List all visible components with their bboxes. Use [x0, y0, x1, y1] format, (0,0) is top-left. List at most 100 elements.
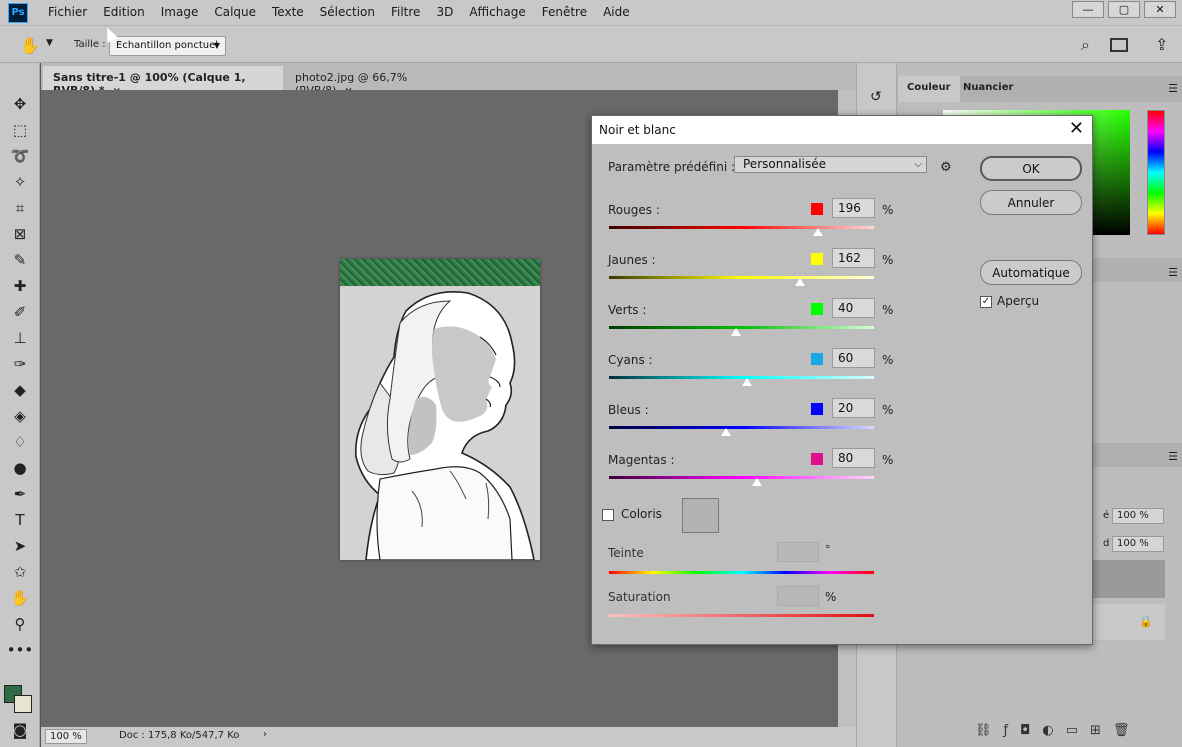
menu-calque[interactable]: Calque — [206, 0, 264, 25]
tint-color-swatch[interactable] — [682, 498, 719, 533]
channel-unit: % — [882, 303, 894, 317]
link-icon[interactable]: ⛓ — [975, 723, 992, 747]
menu-fichier[interactable]: Fichier — [40, 0, 95, 25]
zoom-field[interactable]: 100 % — [45, 729, 87, 744]
cancel-button[interactable]: Annuler — [980, 190, 1082, 215]
tab-nuancier[interactable]: Nuancier — [954, 76, 1022, 102]
lasso-tool-icon[interactable]: ➰ — [9, 145, 31, 167]
preview-checkbox[interactable]: ✓ — [980, 296, 992, 308]
saturation-slider[interactable] — [609, 614, 874, 617]
dialog-titlebar[interactable]: Noir et blanc ✕ — [592, 116, 1092, 144]
fx-icon[interactable]: ƒ — [1004, 723, 1009, 747]
document-image[interactable] — [340, 259, 540, 560]
slider-thumb-icon[interactable] — [731, 328, 742, 336]
slider-thumb-icon[interactable] — [752, 478, 763, 486]
healing-brush-icon[interactable]: ✚ — [9, 275, 31, 297]
chevron-down-icon[interactable]: ▼ — [46, 38, 53, 48]
menu-filtre[interactable]: Filtre — [383, 0, 428, 25]
mask-icon[interactable]: ◘ — [1020, 723, 1030, 747]
move-tool-icon[interactable]: ✥ — [9, 93, 31, 115]
channel-slider[interactable] — [609, 476, 874, 479]
channel-slider[interactable] — [609, 426, 874, 429]
minimize-button[interactable]: — — [1072, 1, 1104, 18]
quick-mask-icon[interactable]: ◙ — [9, 719, 31, 741]
hue-spectrum-bar[interactable] — [1147, 110, 1165, 235]
channel-color-swatch — [811, 403, 823, 415]
eraser-tool-icon[interactable]: ◆ — [9, 379, 31, 401]
new-layer-icon[interactable]: ⊞ — [1090, 723, 1101, 747]
hue-slider[interactable] — [609, 571, 874, 574]
menu-aide[interactable]: Aide — [595, 0, 638, 25]
adjustment-icon[interactable]: ◐ — [1042, 723, 1053, 747]
slider-thumb-icon[interactable] — [741, 378, 752, 386]
panel-menu-icon[interactable]: ☰ — [1168, 82, 1178, 95]
tab-photo2[interactable]: photo2.jpg @ 66,7% (RVB/8)× — [285, 66, 469, 97]
marquee-tool-icon[interactable]: ⬚ — [9, 119, 31, 141]
slider-thumb-icon[interactable] — [720, 428, 731, 436]
path-selection-icon[interactable]: ➤ — [9, 535, 31, 557]
channel-value-input[interactable]: 80 — [832, 448, 875, 468]
panel-menu-icon[interactable]: ☰ — [1168, 450, 1178, 463]
slider-thumb-icon[interactable] — [794, 278, 805, 286]
menu-affichage[interactable]: Affichage — [461, 0, 533, 25]
tint-checkbox[interactable] — [602, 509, 614, 521]
magic-wand-icon[interactable]: ✧ — [9, 171, 31, 193]
channel-value-input[interactable]: 196 — [832, 198, 875, 218]
menu-3d[interactable]: 3D — [428, 0, 461, 25]
folder-icon[interactable]: ▭ — [1066, 723, 1078, 747]
frame-tool-icon[interactable]: ⊠ — [9, 223, 31, 245]
hand-tool-icon[interactable]: ✋ — [9, 587, 31, 609]
auto-button[interactable]: Automatique — [980, 260, 1082, 285]
fill-field[interactable]: 100 % — [1112, 536, 1164, 552]
blur-tool-icon[interactable]: ♢ — [9, 431, 31, 453]
chevron-right-icon[interactable]: › — [263, 729, 267, 740]
hue-field[interactable] — [777, 542, 819, 562]
more-tools-icon[interactable]: ••• — [7, 639, 34, 661]
tools-panel: ✥ ⬚ ➰ ✧ ⌗ ⊠ ✎ ✚ ✐ ⊥ ✑ ◆ ◈ ♢ ● ✒ T ➤ ✩ ✋ … — [0, 63, 40, 747]
menu-edition[interactable]: Edition — [95, 0, 153, 25]
gear-icon[interactable]: ⚙ — [940, 160, 952, 175]
channel-value-input[interactable]: 60 — [832, 348, 875, 368]
zoom-tool-icon[interactable]: ⚲ — [9, 613, 31, 635]
menu-selection[interactable]: Sélection — [312, 0, 383, 25]
brush-tool-icon[interactable]: ✐ — [9, 301, 31, 323]
channel-slider[interactable] — [609, 226, 874, 229]
type-tool-icon[interactable]: T — [9, 509, 31, 531]
close-window-button[interactable]: ✕ — [1144, 1, 1176, 18]
hand-tool-icon[interactable]: ✋ — [20, 36, 40, 55]
menu-image[interactable]: Image — [153, 0, 207, 25]
paint-bucket-icon[interactable]: ◈ — [9, 405, 31, 427]
preset-select[interactable]: Personnalisée ⌵ — [734, 156, 927, 173]
saturation-field[interactable] — [777, 586, 819, 606]
options-bar: ✋ ▼ Taille : Echantillon ponctuel ▼ ⌕ ⇪ — [0, 25, 1182, 63]
channel-value-input[interactable]: 162 — [832, 248, 875, 268]
crop-tool-icon[interactable]: ⌗ — [9, 197, 31, 219]
pen-tool-icon[interactable]: ✒ — [9, 483, 31, 505]
channel-value-input[interactable]: 40 — [832, 298, 875, 318]
channel-value-input[interactable]: 20 — [832, 398, 875, 418]
dodge-tool-icon[interactable]: ● — [9, 457, 31, 479]
shape-tool-icon[interactable]: ✩ — [9, 561, 31, 583]
close-icon[interactable]: ✕ — [1069, 118, 1084, 139]
maximize-button[interactable]: ▢ — [1108, 1, 1140, 18]
panel-menu-icon[interactable]: ☰ — [1168, 266, 1178, 279]
search-icon[interactable]: ⌕ — [1081, 35, 1090, 55]
channel-slider[interactable] — [609, 326, 874, 329]
sample-size-select[interactable]: Echantillon ponctuel ▼ — [109, 36, 226, 56]
menu-fenetre[interactable]: Fenêtre — [534, 0, 595, 25]
channel-slider[interactable] — [609, 276, 874, 279]
history-brush-icon[interactable]: ✑ — [9, 353, 31, 375]
opacity-field[interactable]: 100 % — [1112, 508, 1164, 524]
tab-sans-titre-1[interactable]: Sans titre-1 @ 100% (Calque 1, RVB/8) *× — [43, 66, 283, 97]
history-panel-icon[interactable]: ↺ — [870, 89, 882, 105]
trash-icon[interactable]: 🗑 — [1113, 723, 1130, 747]
background-color-swatch[interactable] — [14, 695, 32, 713]
stamp-tool-icon[interactable]: ⊥ — [9, 327, 31, 349]
share-icon[interactable]: ⇪ — [1155, 35, 1168, 54]
workspace-icon[interactable] — [1110, 38, 1128, 52]
menu-texte[interactable]: Texte — [264, 0, 312, 25]
eyedropper-icon[interactable]: ✎ — [9, 249, 31, 271]
ok-button[interactable]: OK — [980, 156, 1082, 181]
slider-thumb-icon[interactable] — [813, 228, 824, 236]
tab-couleur[interactable]: Couleur — [898, 76, 960, 102]
